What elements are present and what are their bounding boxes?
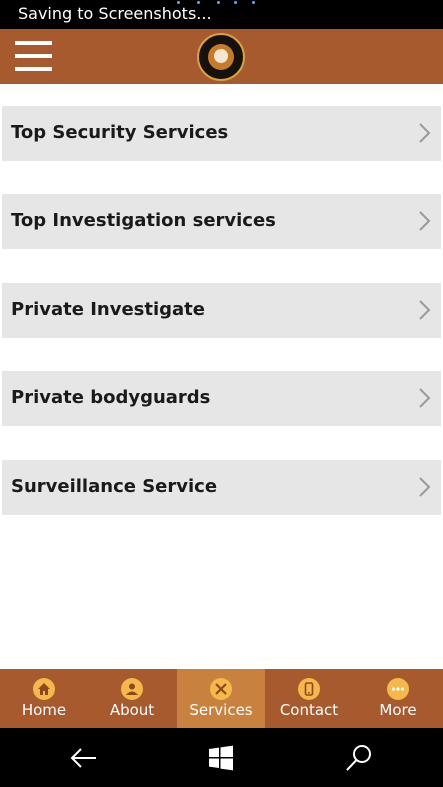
system-navigation-bar [0,728,443,787]
tools-icon [210,678,232,700]
menu-item-label: Top Security Services [11,122,229,143]
menu-item-top-investigation-services[interactable]: Top Investigation services [2,194,441,249]
nav-contact[interactable]: Contact [265,669,353,728]
nav-contact-label: Contact [279,701,339,719]
nav-about-label: About [109,701,155,719]
nav-services-label: Services [189,701,253,719]
nav-home-label: Home [21,701,67,719]
nav-home[interactable]: Home [0,669,88,728]
menu-item-label: Top Investigation services [11,210,276,231]
bottom-nav: Home About Services Contact More [0,669,443,728]
chevron-right-icon [419,300,431,320]
chevron-right-icon [419,211,431,231]
windows-icon[interactable] [205,742,237,774]
hamburger-icon[interactable] [15,40,52,73]
status-text: Saving to Screenshots... [18,4,212,23]
menu-item-private-investigate[interactable]: Private Investigate [2,283,441,338]
nav-more-label: More [379,701,417,719]
phone-icon [298,678,320,700]
menu-item-label: Private Investigate [11,299,205,320]
back-arrow-icon[interactable] [68,742,100,774]
nav-about[interactable]: About [88,669,176,728]
person-icon [121,678,143,700]
more-dots-icon [387,678,409,700]
chevron-right-icon [419,123,431,143]
chevron-right-icon [419,477,431,497]
menu-item-private-bodyguards[interactable]: Private bodyguards [2,371,441,426]
menu-item-label: Private bodyguards [11,387,211,408]
app-header [0,29,443,84]
menu-item-top-security-services[interactable]: Top Security Services [2,106,441,161]
status-bar: Saving to Screenshots... [0,0,443,29]
home-icon [33,678,55,700]
search-icon[interactable] [343,742,375,774]
nav-services[interactable]: Services [177,669,265,728]
menu-item-label: Surveillance Service [11,476,218,497]
tiger-badge-logo[interactable] [197,33,245,81]
nav-more[interactable]: More [354,669,442,728]
menu-item-surveillance-service[interactable]: Surveillance Service [2,460,441,515]
progress-indicator [172,0,262,6]
chevron-right-icon [419,388,431,408]
